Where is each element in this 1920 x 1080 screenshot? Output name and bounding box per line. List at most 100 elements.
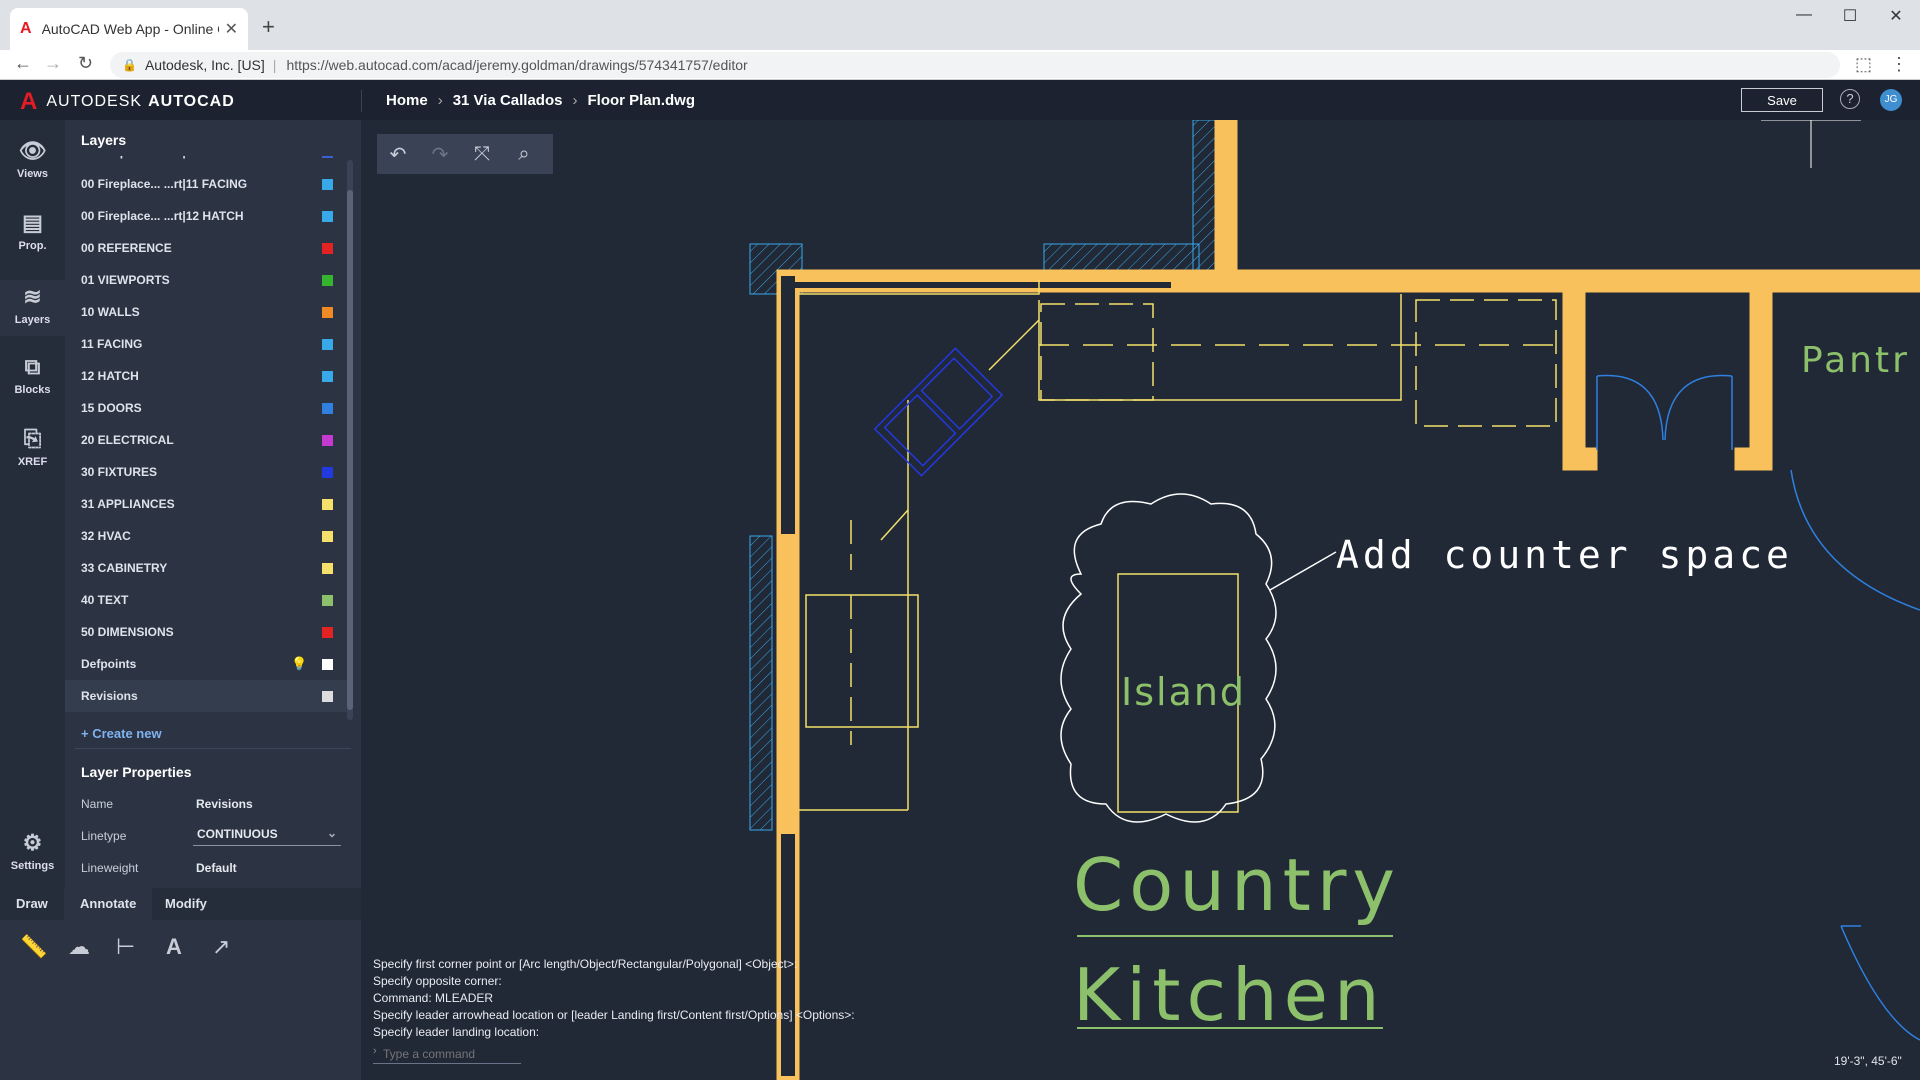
layer-color-swatch[interactable]	[322, 371, 333, 382]
lineweight-value[interactable]: Default	[196, 861, 237, 875]
rail-item-blocks[interactable]: ⧉ Blocks	[0, 354, 65, 396]
maximize-icon[interactable]: ☐	[1830, 6, 1870, 26]
forward-icon[interactable]: →	[44, 53, 62, 74]
layer-color-swatch[interactable]	[322, 691, 333, 702]
layer-color-swatch[interactable]	[322, 339, 333, 350]
tab-draw[interactable]: Draw	[0, 888, 64, 920]
window-close-icon[interactable]: ✕	[1876, 6, 1916, 26]
layer-color-swatch[interactable]	[322, 467, 333, 478]
wall-gap	[781, 282, 1171, 288]
name-value[interactable]: Revisions	[196, 797, 253, 811]
plus-icon: +	[81, 726, 93, 741]
layer-color-swatch[interactable]	[322, 627, 333, 638]
zoom-window-icon[interactable]: ⌕	[503, 143, 545, 166]
layers-icon: ≋	[23, 284, 42, 309]
layer-color-swatch[interactable]	[322, 531, 333, 542]
layer-name: 15 DOORS	[81, 401, 142, 415]
layer-row[interactable]: 11 FACING	[65, 328, 351, 360]
layer-row[interactable]: 32 HVAC	[65, 520, 351, 552]
xref-icon: ⎘	[23, 426, 42, 451]
back-icon[interactable]: ←	[14, 53, 32, 74]
leader-line	[1269, 551, 1337, 591]
layer-row[interactable]: Defpoints 💡	[65, 648, 351, 680]
tab-close-icon[interactable]: ✕	[225, 19, 238, 39]
text-icon[interactable]: A	[166, 934, 182, 960]
redo-icon[interactable]: ↷	[419, 142, 461, 167]
rail-label: Views	[17, 168, 48, 180]
rail-item-views[interactable]: 👁 Views	[0, 138, 65, 180]
layer-color-swatch[interactable]	[322, 435, 333, 446]
layer-color-swatch[interactable]	[322, 156, 333, 158]
layer-row[interactable]: 15 DOORS	[65, 392, 351, 424]
leader-icon[interactable]: ↗	[212, 934, 230, 960]
scrollbar-thumb[interactable]	[347, 190, 353, 710]
layer-row[interactable]: 01 VIEWPORTS	[65, 264, 351, 296]
avatar[interactable]: JG	[1880, 89, 1902, 111]
tab-annotate[interactable]: Annotate	[64, 888, 153, 920]
layer-row[interactable]: 00 REFERENCE	[65, 232, 351, 264]
rail-item-layers[interactable]: ≋ Layers	[0, 280, 65, 336]
lightbulb-icon[interactable]: 💡	[291, 656, 307, 672]
revision-cloud-icon[interactable]: ☁	[68, 934, 90, 960]
create-new-label: Create new	[92, 726, 162, 741]
save-button[interactable]: Save	[1741, 88, 1823, 112]
measure-icon[interactable]: 📏	[20, 934, 47, 960]
layer-color-swatch[interactable]	[322, 499, 333, 510]
layer-row[interactable]: 00 Fireplace... ...rt|11 FACING	[65, 168, 351, 200]
profile-icon[interactable]: ⬚	[1855, 54, 1872, 75]
layer-row[interactable]: 31 APPLIANCES	[65, 488, 351, 520]
new-tab-button[interactable]: +	[262, 14, 275, 40]
layer-color-swatch[interactable]	[322, 211, 333, 222]
breadcrumb-project[interactable]: 31 Via Callados	[453, 92, 563, 109]
brand-autocad: AUTOCAD	[148, 93, 235, 110]
annotate-tools: 📏 ☁ ⊢ A ↗	[0, 920, 361, 1080]
minimize-icon[interactable]: —	[1784, 6, 1824, 24]
pantry-label: Pantr	[1801, 340, 1910, 381]
drawing-canvas[interactable]: Add counter space Island Pantr Country K…	[361, 120, 1920, 1080]
layer-row[interactable]: 12 HATCH	[65, 360, 351, 392]
layer-row[interactable]: 10 WALLS	[65, 296, 351, 328]
layer-color-swatch[interactable]	[322, 307, 333, 318]
layer-color-swatch[interactable]	[322, 595, 333, 606]
layer-row[interactable]: 40 TEXT	[65, 584, 351, 616]
layer-row[interactable]: Revisions	[65, 680, 351, 712]
breadcrumb: Home › 31 Via Callados › Floor Plan.dwg	[386, 92, 695, 109]
layer-color-swatch[interactable]	[322, 403, 333, 414]
breadcrumb-home[interactable]: Home	[386, 92, 428, 109]
layer-row[interactable]: 00 Fireplace... ...rt|12 HATCH	[65, 200, 351, 232]
lineweight-label: Lineweight	[81, 861, 139, 875]
layer-color-swatch[interactable]	[322, 659, 333, 670]
layer-list-scrollbar[interactable]	[347, 160, 353, 720]
linetype-select[interactable]: CONTINUOUS ⌄	[193, 824, 341, 846]
site-org: Autodesk, Inc. [US]	[144, 57, 265, 73]
create-new-layer-button[interactable]: + Create new	[81, 726, 162, 741]
layer-color-swatch[interactable]	[322, 275, 333, 286]
rail-item-xref[interactable]: ⎘ XREF	[0, 426, 65, 468]
reload-icon[interactable]: ↻	[78, 53, 93, 74]
lock-icon: 🔒	[122, 58, 137, 72]
room-label-line2: Kitchen	[1073, 953, 1386, 1037]
layer-color-swatch[interactable]	[322, 563, 333, 574]
url-omnibox[interactable]: 🔒 Autodesk, Inc. [US] | https://web.auto…	[110, 52, 1840, 78]
rail-item-properties[interactable]: ▤ Prop.	[0, 210, 65, 252]
browser-tab[interactable]: A AutoCAD Web App - Online CAD ✕	[10, 8, 248, 50]
help-icon[interactable]: ?	[1840, 89, 1860, 109]
zoom-extents-icon[interactable]: ⤧	[461, 143, 503, 166]
tab-modify[interactable]: Modify	[149, 888, 223, 920]
layer-name: 31 APPLIANCES	[81, 497, 175, 511]
brand-autodesk: AUTODESK	[46, 93, 143, 110]
dimension-icon[interactable]: ⊢	[116, 934, 135, 960]
command-input[interactable]	[373, 1044, 521, 1064]
rail-item-settings[interactable]: ⚙ Settings	[0, 830, 65, 872]
layer-color-swatch[interactable]	[322, 179, 333, 190]
layer-row[interactable]: 00 Fireplace... ...rt|10 WALLS	[65, 156, 351, 168]
layer-row[interactable]: 30 FIXTURES	[65, 456, 351, 488]
layer-color-swatch[interactable]	[322, 243, 333, 254]
layer-row[interactable]: 50 DIMENSIONS	[65, 616, 351, 648]
floor-plan-drawing[interactable]: Add counter space Island Pantr Country K…	[361, 120, 1920, 1080]
wall-segment	[777, 534, 799, 834]
layer-row[interactable]: 20 ELECTRICAL	[65, 424, 351, 456]
layer-row[interactable]: 33 CABINETRY	[65, 552, 351, 584]
browser-menu-icon[interactable]: ⋮	[1890, 54, 1908, 75]
undo-icon[interactable]: ↶	[377, 142, 419, 167]
